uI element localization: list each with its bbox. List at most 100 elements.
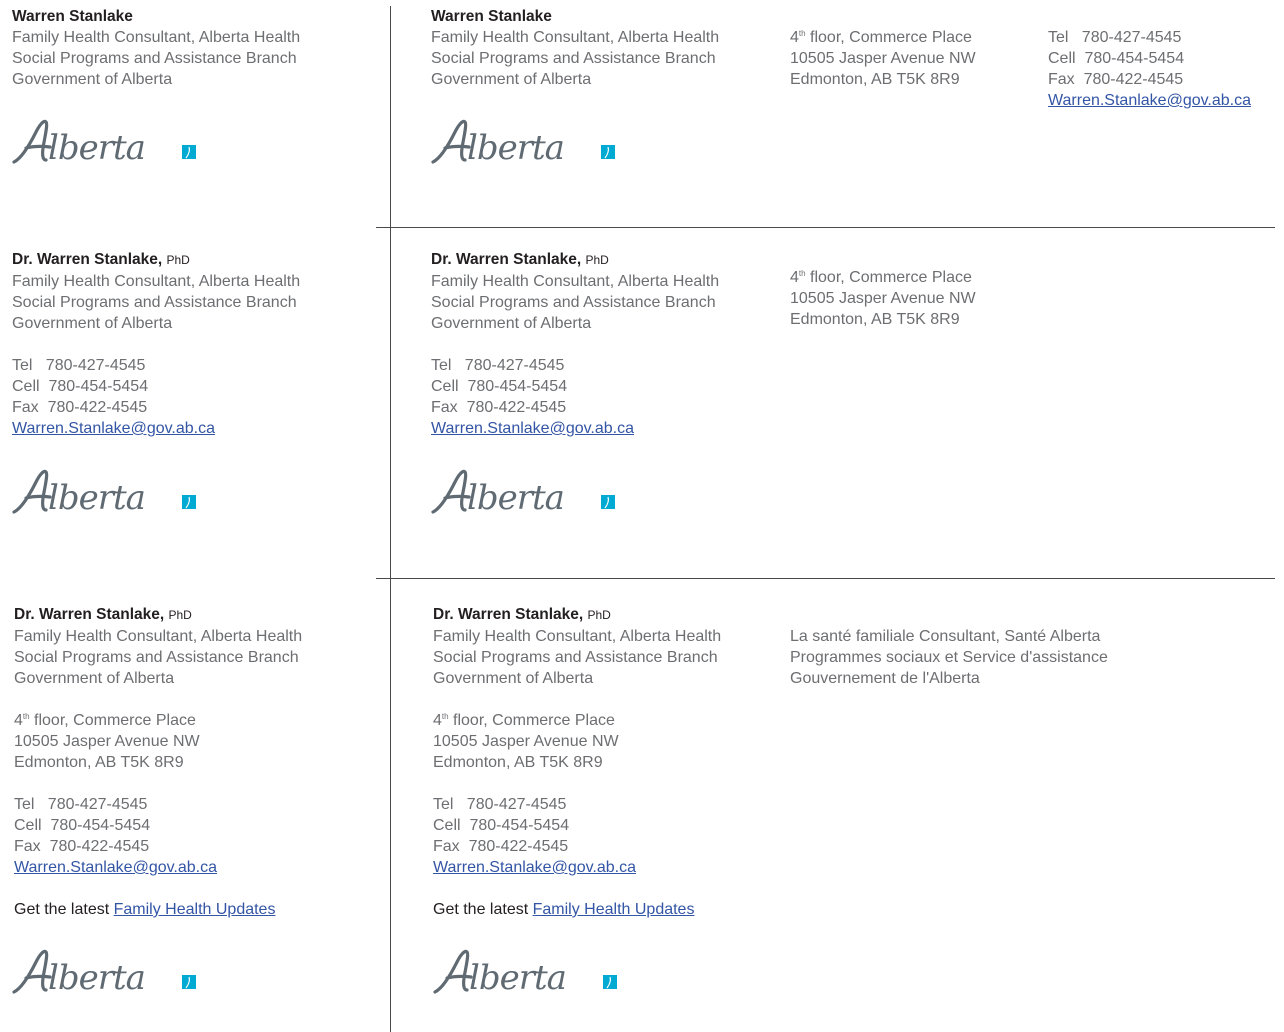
alberta-logo: lberta (431, 464, 621, 518)
logo-wordmark: lberta (48, 478, 145, 516)
email-link[interactable]: Warren.Stanlake@gov.ab.ca (433, 859, 636, 876)
alberta-logo: lberta (12, 114, 202, 168)
address-street: 10505 Jasper Avenue NW (14, 733, 200, 750)
cell: Cell 780-454-5454 (433, 817, 570, 834)
title-line: Government of Alberta (14, 670, 175, 687)
title-line: Government of Alberta (12, 315, 173, 332)
address-floor: 4th floor, Commerce Place (790, 29, 972, 46)
email-link[interactable]: Warren.Stanlake@gov.ab.ca (1048, 92, 1251, 109)
logo-letter-a (12, 949, 52, 994)
logo-letter-a (12, 119, 52, 164)
fax: Fax 780-422-4545 (14, 838, 150, 855)
alberta-logo: lberta (12, 464, 202, 518)
name-with-credential: Dr. Warren Stanlake, PhD (433, 606, 611, 623)
alberta-logo-graphic: lberta (431, 469, 615, 518)
address-street: 10505 Jasper Avenue NW (433, 733, 619, 750)
logo-wordmark: lberta (469, 958, 566, 996)
address-floor: 4th floor, Commerce Place (790, 269, 972, 286)
alberta-logo-graphic: lberta (431, 119, 615, 168)
vertical-divider (390, 6, 391, 1032)
cell: Cell 780-454-5454 (1048, 50, 1185, 67)
address-street: 10505 Jasper Avenue NW (790, 50, 976, 67)
alberta-logo: lberta (431, 114, 621, 168)
email-link[interactable]: Warren.Stanlake@gov.ab.ca (14, 859, 217, 876)
alberta-logo: lberta (433, 944, 623, 998)
alberta-logo-graphic: lberta (12, 119, 196, 168)
title-line: Family Health Consultant, Alberta Health (431, 273, 720, 290)
fax: Fax 780-422-4545 (1048, 71, 1184, 88)
name-with-credential: Dr. Warren Stanlake, PhD (14, 606, 192, 623)
logo-wordmark: lberta (467, 128, 564, 166)
logo-wordmark: lberta (48, 128, 145, 166)
title-line: Social Programs and Assistance Branch (433, 649, 718, 666)
title-line: Family Health Consultant, Alberta Health (12, 273, 301, 290)
title-line: Family Health Consultant, Alberta Health (433, 628, 722, 645)
tel: Tel 780-427-4545 (14, 796, 148, 813)
address-city: Edmonton, AB T5K 8R9 (433, 754, 603, 771)
address-city: Edmonton, AB T5K 8R9 (790, 311, 960, 328)
french-title-line: Programmes sociaux et Service d'assistan… (790, 649, 1108, 666)
updates-line: Get the latest Family Health Updates (433, 901, 695, 918)
signature-3: Dr. Warren Stanlake, PhD Family Health C… (12, 249, 300, 439)
tel: Tel 780-427-4545 (12, 357, 146, 374)
email-link[interactable]: Warren.Stanlake@gov.ab.ca (12, 420, 215, 437)
signature-5: Dr. Warren Stanlake, PhD Family Health C… (14, 604, 302, 920)
logo-wordmark: lberta (48, 958, 145, 996)
alberta-logo: lberta (12, 944, 202, 998)
name: Warren Stanlake (12, 8, 133, 25)
cell: Cell 780-454-5454 (431, 378, 568, 395)
address-city: Edmonton, AB T5K 8R9 (14, 754, 184, 771)
family-health-updates-link[interactable]: Family Health Updates (533, 901, 695, 918)
updates-line: Get the latest Family Health Updates (14, 901, 276, 918)
title-line: Social Programs and Assistance Branch (12, 294, 297, 311)
divider-row-2-left (376, 578, 422, 579)
title-line: Government of Alberta (433, 670, 594, 687)
title-line: Social Programs and Assistance Branch (14, 649, 299, 666)
name-with-credential: Dr. Warren Stanlake, PhD (12, 251, 190, 268)
address-floor: 4th floor, Commerce Place (433, 712, 615, 729)
alberta-logo-graphic: lberta (433, 949, 617, 998)
logo-wordmark: lberta (467, 478, 564, 516)
name: Warren Stanlake (431, 8, 552, 25)
fax: Fax 780-422-4545 (431, 399, 567, 416)
title-line: Social Programs and Assistance Branch (431, 294, 716, 311)
tel: Tel 780-427-4545 (433, 796, 567, 813)
address-city: Edmonton, AB T5K 8R9 (790, 71, 960, 88)
signature-1: Warren Stanlake Family Health Consultant… (12, 6, 300, 90)
fax: Fax 780-422-4545 (433, 838, 569, 855)
title-line: Family Health Consultant, Alberta Health (431, 29, 720, 46)
tel: Tel 780-427-4545 (1048, 29, 1182, 46)
title-line: Social Programs and Assistance Branch (12, 50, 297, 67)
signature-4: Dr. Warren Stanlake, PhD Family Health C… (431, 249, 719, 439)
title-line: Government of Alberta (431, 71, 592, 88)
alberta-logo-graphic: lberta (12, 949, 196, 998)
tel: Tel 780-427-4545 (431, 357, 565, 374)
email-link[interactable]: Warren.Stanlake@gov.ab.ca (431, 420, 634, 437)
logo-letter-a (12, 469, 52, 514)
signature-2: Warren Stanlake Family Health Consultant… (431, 6, 719, 90)
logo-letter-a (431, 469, 471, 514)
divider-row-2-right (422, 578, 1275, 579)
divider-row-1-right (422, 227, 1275, 228)
logo-letter-a (433, 949, 473, 994)
signature-6: Dr. Warren Stanlake, PhD Family Health C… (433, 604, 721, 920)
address-block: 4th floor, Commerce Place 10505 Jasper A… (790, 267, 976, 330)
name-with-credential: Dr. Warren Stanlake, PhD (431, 251, 609, 268)
cell: Cell 780-454-5454 (12, 378, 149, 395)
title-line: Social Programs and Assistance Branch (431, 50, 716, 67)
title-line: Family Health Consultant, Alberta Health (12, 29, 301, 46)
title-line: Government of Alberta (431, 315, 592, 332)
cell: Cell 780-454-5454 (14, 817, 151, 834)
address-floor: 4th floor, Commerce Place (14, 712, 196, 729)
french-title-line: La santé familiale Consultant, Santé Alb… (790, 628, 1101, 645)
alberta-logo-graphic: lberta (12, 469, 196, 518)
title-line: Government of Alberta (12, 71, 173, 88)
french-title-line: Gouvernement de l'Alberta (790, 670, 980, 687)
title-line: Family Health Consultant, Alberta Health (14, 628, 303, 645)
family-health-updates-link[interactable]: Family Health Updates (114, 901, 276, 918)
french-title-block: La santé familiale Consultant, Santé Alb… (790, 626, 1108, 689)
logo-letter-a (431, 119, 471, 164)
contact-block: Tel 780-427-4545 Cell 780-454-5454 Fax 7… (1048, 27, 1251, 111)
address-block: 4th floor, Commerce Place 10505 Jasper A… (790, 27, 976, 90)
fax: Fax 780-422-4545 (12, 399, 148, 416)
